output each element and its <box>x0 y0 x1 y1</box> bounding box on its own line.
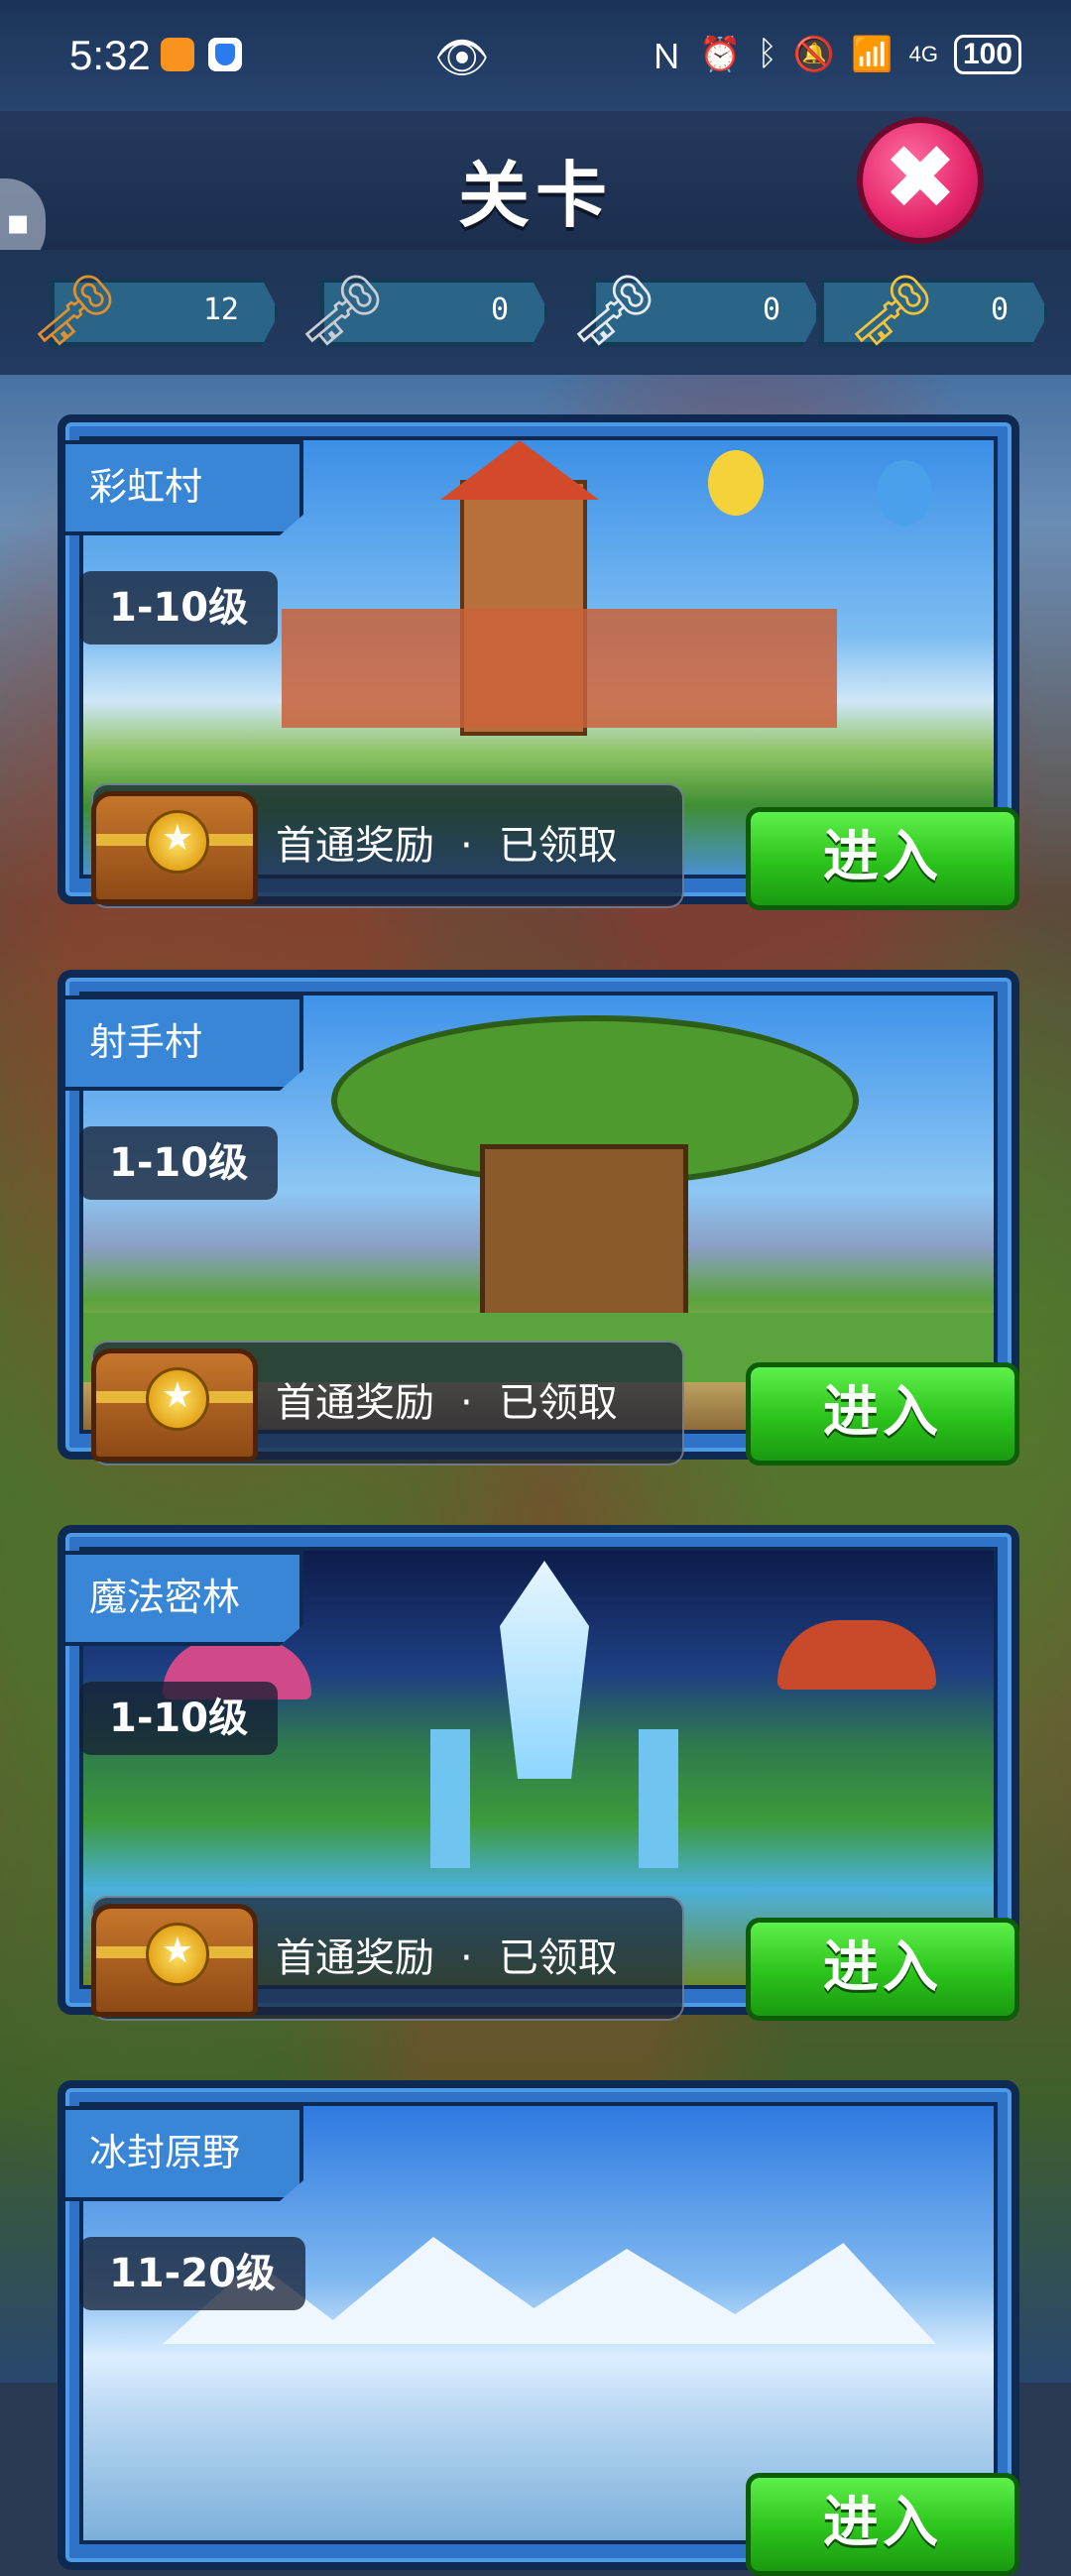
enter-button[interactable]: 进入 <box>746 807 1019 910</box>
first-clear-reward: ★ 首通奖励 · 已领取 <box>91 783 684 908</box>
app-notification-icon <box>161 38 194 71</box>
reward-text: 首通奖励 · 已领取 <box>276 1898 618 2019</box>
waterfall <box>430 1729 470 1868</box>
reward-text: 首通奖励 · 已领取 <box>276 1343 618 1464</box>
key-count: 0 <box>990 293 1009 327</box>
reward-status: 已领取 <box>498 1380 618 1426</box>
close-icon: ✖ <box>883 126 958 230</box>
side-tab-icon: ▪ <box>6 202 31 243</box>
key-count: 12 <box>202 293 239 327</box>
first-clear-reward: ★ 首通奖励 · 已领取 <box>91 1896 684 2021</box>
level-name: 魔法密林 <box>65 1551 303 1646</box>
level-name: 冰封原野 <box>65 2106 303 2201</box>
reward-status: 已领取 <box>498 1935 618 1981</box>
platinum-key-icon: 🗝 <box>569 270 658 351</box>
treasure-chest-icon: ★ <box>91 1904 258 2017</box>
reward-separator: · <box>460 1380 473 1426</box>
balloon <box>877 460 932 526</box>
nfc-icon: Ｎ <box>650 39 684 76</box>
silver-key-icon: 🗝 <box>298 270 387 351</box>
star-emblem-icon: ★ <box>146 1367 209 1431</box>
bluetooth-icon: ᛒ <box>757 35 777 72</box>
wifi-icon: 📶 <box>851 35 893 73</box>
key-count: 0 <box>762 293 780 327</box>
network-label: 4G <box>908 41 938 66</box>
battery-indicator: 100 <box>953 34 1021 74</box>
close-button[interactable]: ✖ <box>857 117 984 244</box>
mute-icon: 🔕 <box>792 35 836 73</box>
status-icons: Ｎ ⏰ ᛒ 🔕 📶 4G 100 <box>650 30 1021 78</box>
status-time: 5:32 <box>69 32 151 78</box>
reward-label: 首通奖励 <box>276 1380 434 1426</box>
reward-separator: · <box>460 823 473 869</box>
crystal-illustration <box>500 1561 589 1779</box>
reward-text: 首通奖励 · 已领取 <box>276 785 618 906</box>
tower-roof <box>440 440 599 500</box>
balloon <box>708 450 764 516</box>
reward-separator: · <box>460 1935 473 1981</box>
treasure-chest-icon: ★ <box>91 1348 258 1462</box>
gold-key-icon: 🗝 <box>847 270 936 351</box>
level-range: 11-20级 <box>79 2237 305 2310</box>
bronze-key-icon: 🗝 <box>30 270 119 351</box>
first-clear-reward: ★ 首通奖励 · 已领取 <box>91 1341 684 1465</box>
star-emblem-icon: ★ <box>146 1923 209 1986</box>
status-bar: 5:32 👁 Ｎ ⏰ ᛒ 🔕 📶 4G 100 <box>0 0 1071 111</box>
enter-button[interactable]: 进入 <box>746 1918 1019 2021</box>
key-count: 0 <box>490 293 509 327</box>
enter-button[interactable]: 进入 <box>746 1362 1019 1465</box>
level-card: 冰封原野 11-20级 进入 <box>58 2080 1019 2576</box>
enter-button[interactable]: 进入 <box>746 2473 1019 2576</box>
level-name: 射手村 <box>65 995 303 1091</box>
level-range: 1-10级 <box>79 571 279 644</box>
keys-bar: 12 🗝 0 🗝 0 🗝 0 🗝 <box>0 250 1071 375</box>
reward-label: 首通奖励 <box>276 1935 434 1981</box>
level-name: 彩虹村 <box>65 440 303 535</box>
level-range: 1-10级 <box>79 1682 279 1755</box>
eye-icon: 👁 <box>434 34 490 82</box>
alarm-icon: ⏰ <box>699 35 742 73</box>
village-houses <box>282 609 837 728</box>
treasure-chest-icon: ★ <box>91 791 258 904</box>
waterfall <box>639 1729 678 1868</box>
reward-label: 首通奖励 <box>276 823 434 869</box>
star-emblem-icon: ★ <box>146 810 209 874</box>
mushroom-house <box>777 1620 936 1690</box>
shield-icon <box>208 38 242 71</box>
reward-status: 已领取 <box>498 823 618 869</box>
level-range: 1-10级 <box>79 1126 279 1200</box>
